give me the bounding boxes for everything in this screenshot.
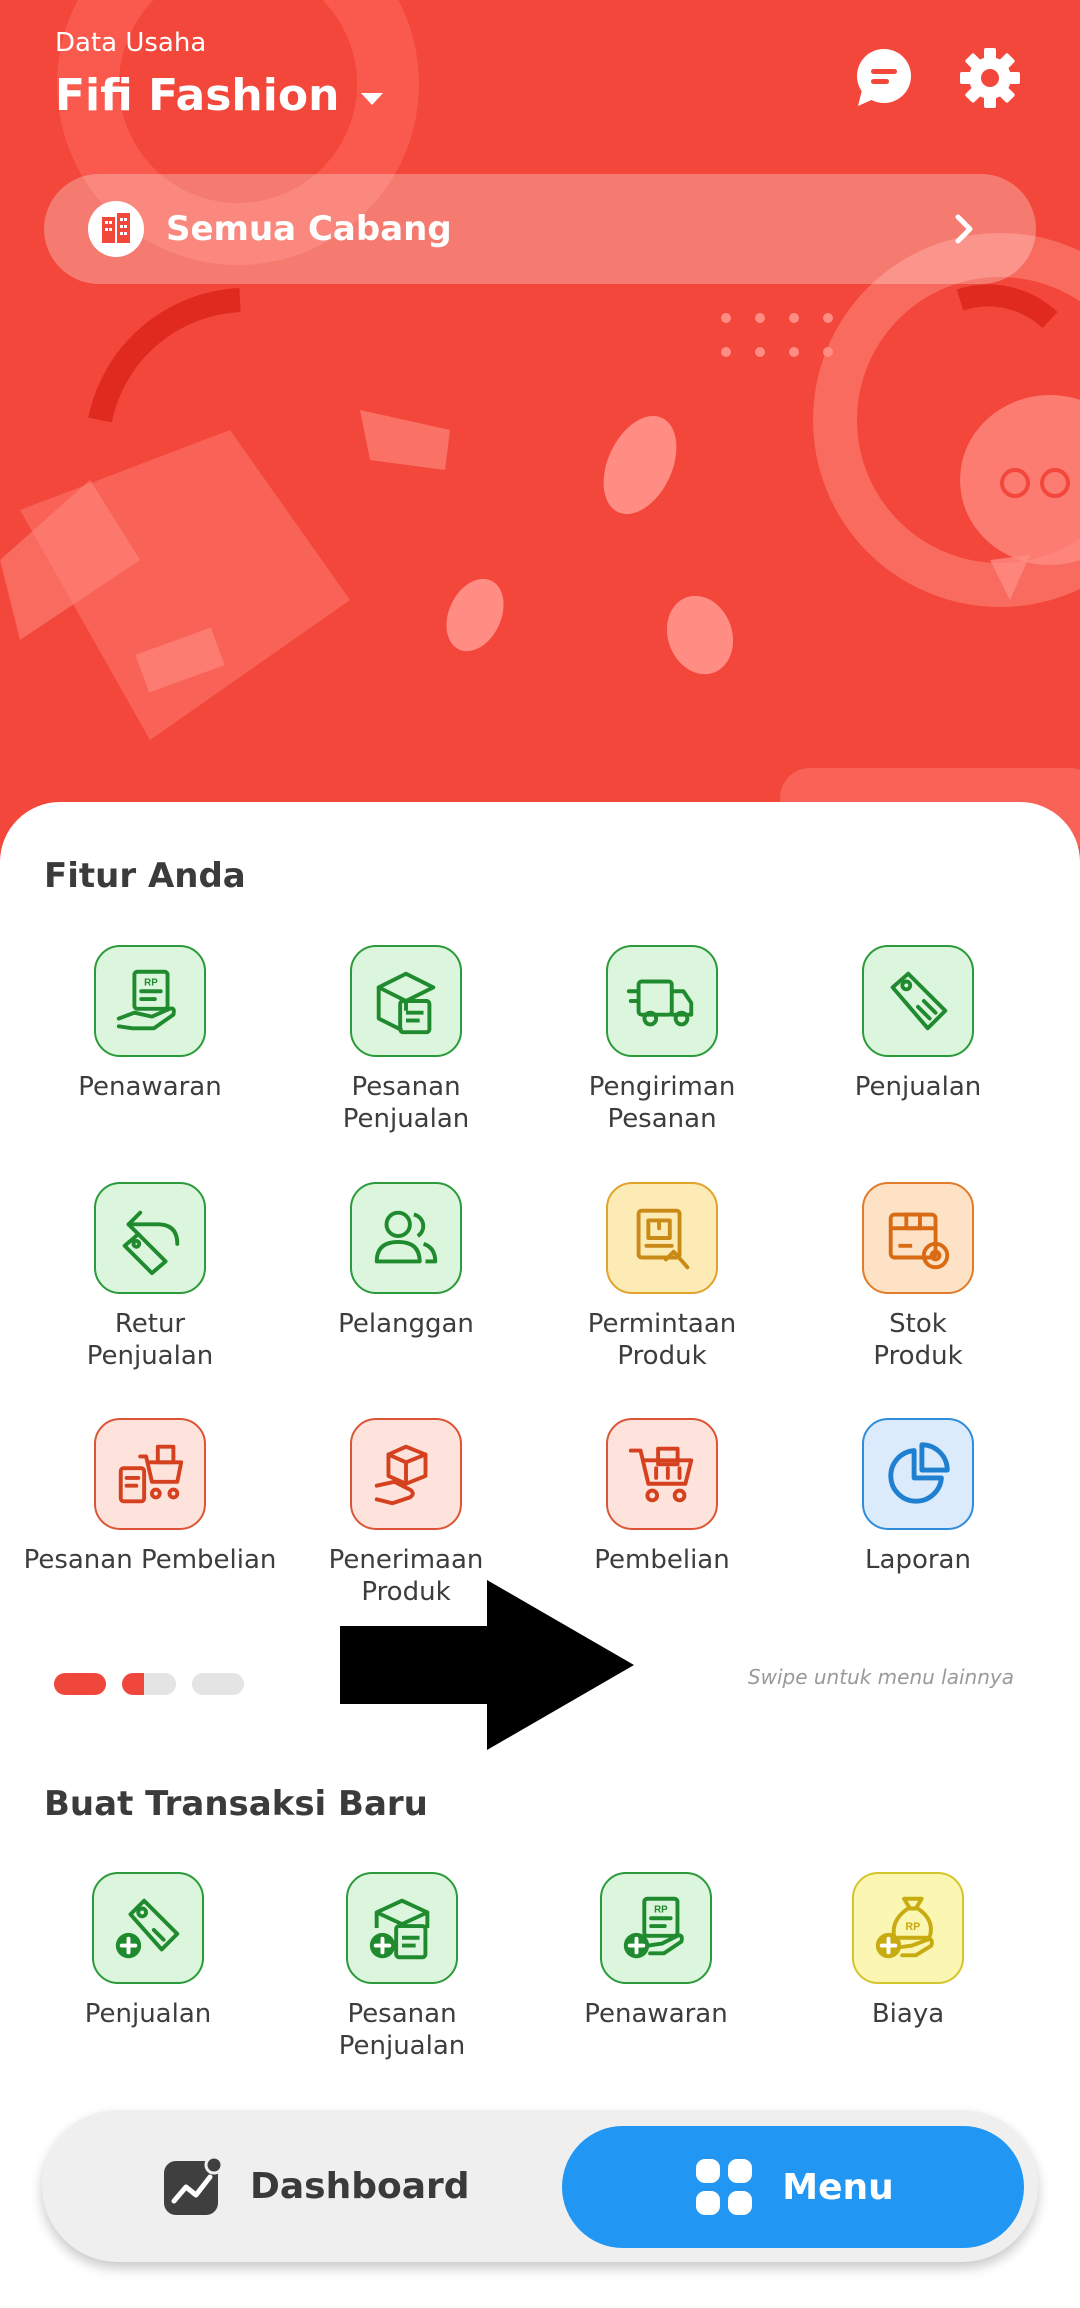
add-sales-order-icon — [346, 1872, 458, 1984]
return-tag-icon — [94, 1182, 206, 1294]
nav-dashboard-label: Dashboard — [250, 2165, 470, 2207]
feature-label: Penjualan — [84, 1999, 212, 2029]
swipe-hint: Swipe untuk menu lainnya — [747, 1665, 1014, 1689]
business-caption: Data Usaha — [55, 28, 207, 58]
feature-label: Penjualan — [854, 1072, 982, 1102]
branch-selector[interactable]: Semua Cabang — [44, 174, 1036, 284]
feature-label: Biaya — [871, 1999, 945, 2029]
feature-label: Stok Produk — [873, 1309, 963, 1371]
feature-pengiriman-pesanan[interactable]: Pengiriman Pesanan — [534, 945, 790, 1135]
feature-label: Pesanan Penjualan — [338, 1999, 466, 2061]
stock-box-gear-icon — [862, 1182, 974, 1294]
price-tag-icon — [862, 945, 974, 1057]
branch-label: Semua Cabang — [166, 209, 452, 249]
nav-dashboard-button[interactable]: Dashboard — [162, 2146, 470, 2226]
new-transaction-title: Buat Transaksi Baru — [44, 1784, 428, 1824]
pie-chart-icon — [862, 1418, 974, 1530]
feature-pesanan-penjualan[interactable]: Pesanan Penjualan — [278, 945, 534, 1135]
new-biaya[interactable]: RP Biaya — [780, 1872, 1036, 2030]
page-indicator — [54, 1673, 244, 1695]
new-penjualan[interactable]: Penjualan — [20, 1872, 276, 2030]
chat-bubble-icon[interactable] — [852, 46, 916, 110]
feature-label: Pengiriman Pesanan — [588, 1072, 736, 1134]
banner-illustration — [0, 0, 1080, 848]
arrow-right-icon — [340, 1580, 634, 1750]
nav-menu-label: Menu — [782, 2166, 894, 2208]
feature-label: Pesanan Pembelian — [23, 1545, 277, 1575]
header-banner: Data Usaha Fifi Fashion Semua Cabang — [0, 0, 1080, 860]
feature-label: Pelanggan — [338, 1309, 474, 1339]
building-icon — [88, 201, 144, 257]
feature-pesanan-pembelian[interactable]: Pesanan Pembelian — [22, 1418, 278, 1576]
svg-text:RP: RP — [905, 1921, 920, 1933]
page-dot[interactable] — [54, 1673, 106, 1695]
quotation-hand-icon: RP — [94, 945, 206, 1057]
page-dot[interactable] — [122, 1673, 176, 1695]
add-sale-tag-icon — [92, 1872, 204, 1984]
business-selector[interactable]: Fifi Fashion — [55, 70, 384, 121]
caret-down-icon — [361, 92, 384, 105]
feature-label: Pembelian — [594, 1545, 730, 1575]
sales-order-box-icon — [350, 945, 462, 1057]
business-name: Fifi Fashion — [55, 70, 340, 121]
features-title: Fitur Anda — [44, 856, 246, 896]
feature-laporan[interactable]: Laporan — [790, 1418, 1046, 1576]
feature-pelanggan[interactable]: Pelanggan — [278, 1182, 534, 1340]
nav-menu-button[interactable]: Menu — [562, 2126, 1024, 2248]
delivery-truck-icon — [606, 945, 718, 1057]
page-dot[interactable] — [192, 1673, 244, 1695]
product-request-icon — [606, 1182, 718, 1294]
feature-label: Laporan — [865, 1545, 971, 1575]
svg-text:RP: RP — [654, 1904, 668, 1915]
bottom-navigation: Dashboard Menu — [42, 2110, 1038, 2262]
feature-retur-penjualan[interactable]: Retur Penjualan — [22, 1182, 278, 1372]
feature-stok-produk[interactable]: Stok Produk — [790, 1182, 1046, 1372]
feature-pembelian[interactable]: Pembelian — [534, 1418, 790, 1576]
dashboard-chart-icon — [164, 2155, 224, 2215]
gear-icon[interactable] — [958, 46, 1022, 110]
chevron-right-icon — [955, 214, 973, 244]
add-expense-bag-icon: RP — [852, 1872, 964, 1984]
receive-box-icon — [350, 1418, 462, 1530]
feature-label: Pesanan Penjualan — [342, 1072, 470, 1134]
feature-label: Permintaan Produk — [587, 1309, 737, 1371]
feature-penjualan[interactable]: Penjualan — [790, 945, 1046, 1103]
grid-menu-icon — [696, 2159, 753, 2215]
purchase-order-cart-icon — [94, 1418, 206, 1530]
feature-label: Penawaran — [78, 1072, 222, 1102]
add-quotation-icon: RP — [600, 1872, 712, 1984]
shopping-cart-icon — [606, 1418, 718, 1530]
svg-text:RP: RP — [144, 977, 158, 988]
feature-permintaan-produk[interactable]: Permintaan Produk — [534, 1182, 790, 1372]
feature-label: Retur Penjualan — [86, 1309, 214, 1371]
feature-penawaran[interactable]: RP Penawaran — [22, 945, 278, 1103]
new-pesanan-penjualan[interactable]: Pesanan Penjualan — [274, 1872, 530, 2062]
customers-icon — [350, 1182, 462, 1294]
feature-label: Penawaran — [584, 1999, 728, 2029]
new-penawaran[interactable]: RP Penawaran — [528, 1872, 784, 2030]
